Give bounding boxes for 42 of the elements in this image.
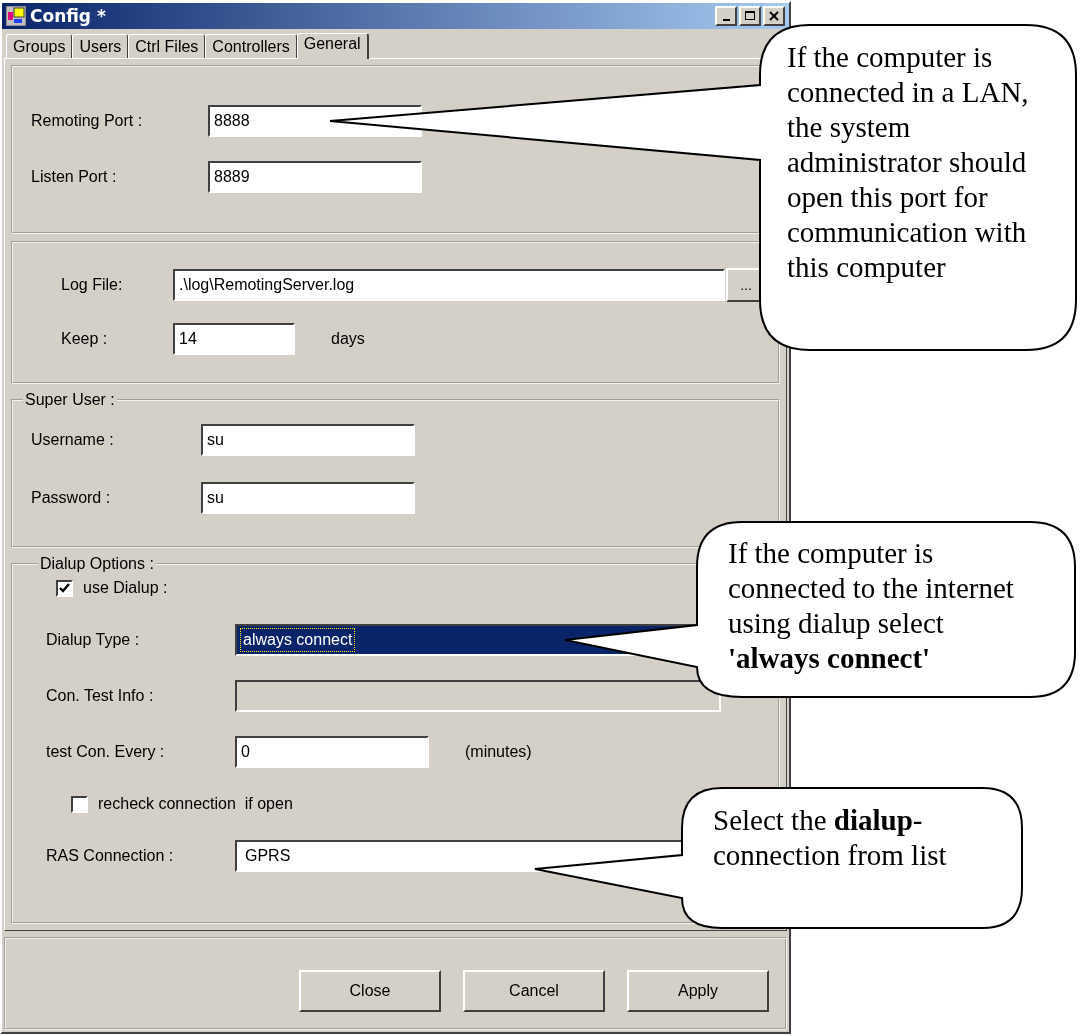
callout-text: If the computer is connected in a LAN, the system administrator should open this port for communication with this computer: [787, 40, 1030, 285]
callout-text: If the computer is connected to the internet using dialup select 'always connect': [728, 536, 1015, 676]
unit-label: days: [331, 330, 365, 349]
close-button[interactable]: [763, 5, 785, 26]
tab[interactable]: Groups: [6, 34, 73, 58]
app-icon: [6, 5, 26, 26]
field-label: Keep :: [61, 330, 109, 349]
minimize-icon: [722, 18, 730, 21]
dialog-button[interactable]: Apply: [627, 969, 769, 1012]
field-label: Log File:: [61, 276, 124, 295]
field-label: Dialup Type :: [46, 631, 141, 650]
maximize-button[interactable]: [739, 5, 761, 26]
field-label: Listen Port :: [31, 168, 118, 187]
input-field[interactable]: 0: [235, 736, 429, 769]
maximize-icon: [744, 9, 756, 22]
dialog-button[interactable]: Close: [299, 969, 441, 1012]
tab[interactable]: General: [296, 33, 369, 59]
group-title: Super User :: [24, 391, 116, 410]
field-label: test Con. Every :: [46, 743, 166, 762]
input-field[interactable]: .\log\RemotingServer.log: [173, 269, 725, 302]
field-label: Password :: [31, 489, 112, 508]
unit-label: (minutes): [465, 743, 532, 762]
tab[interactable]: Ctrl Files: [128, 34, 206, 58]
dialog-button[interactable]: Cancel: [463, 969, 605, 1012]
tab[interactable]: Users: [72, 34, 129, 58]
input-field[interactable]: 14: [173, 323, 295, 356]
close-icon: [768, 9, 780, 22]
input-field[interactable]: su: [201, 424, 415, 457]
input-field[interactable]: su: [201, 482, 415, 515]
checkbox-label[interactable]: recheck connection if open: [98, 795, 293, 814]
field-label: Remoting Port :: [31, 112, 144, 131]
checkbox[interactable]: [56, 579, 73, 597]
window-title: Config *: [30, 5, 106, 26]
field-label: Username :: [31, 431, 115, 450]
checkbox[interactable]: [71, 795, 88, 813]
field-label: Con. Test Info :: [46, 687, 155, 706]
group-title: Dialup Options :: [39, 555, 155, 574]
field-label: RAS Connection :: [46, 847, 175, 866]
checkbox-label[interactable]: use Dialup :: [83, 579, 168, 598]
tab[interactable]: Controllers: [205, 34, 297, 58]
input-field[interactable]: 8889: [208, 161, 422, 194]
minimize-button[interactable]: [715, 5, 737, 26]
